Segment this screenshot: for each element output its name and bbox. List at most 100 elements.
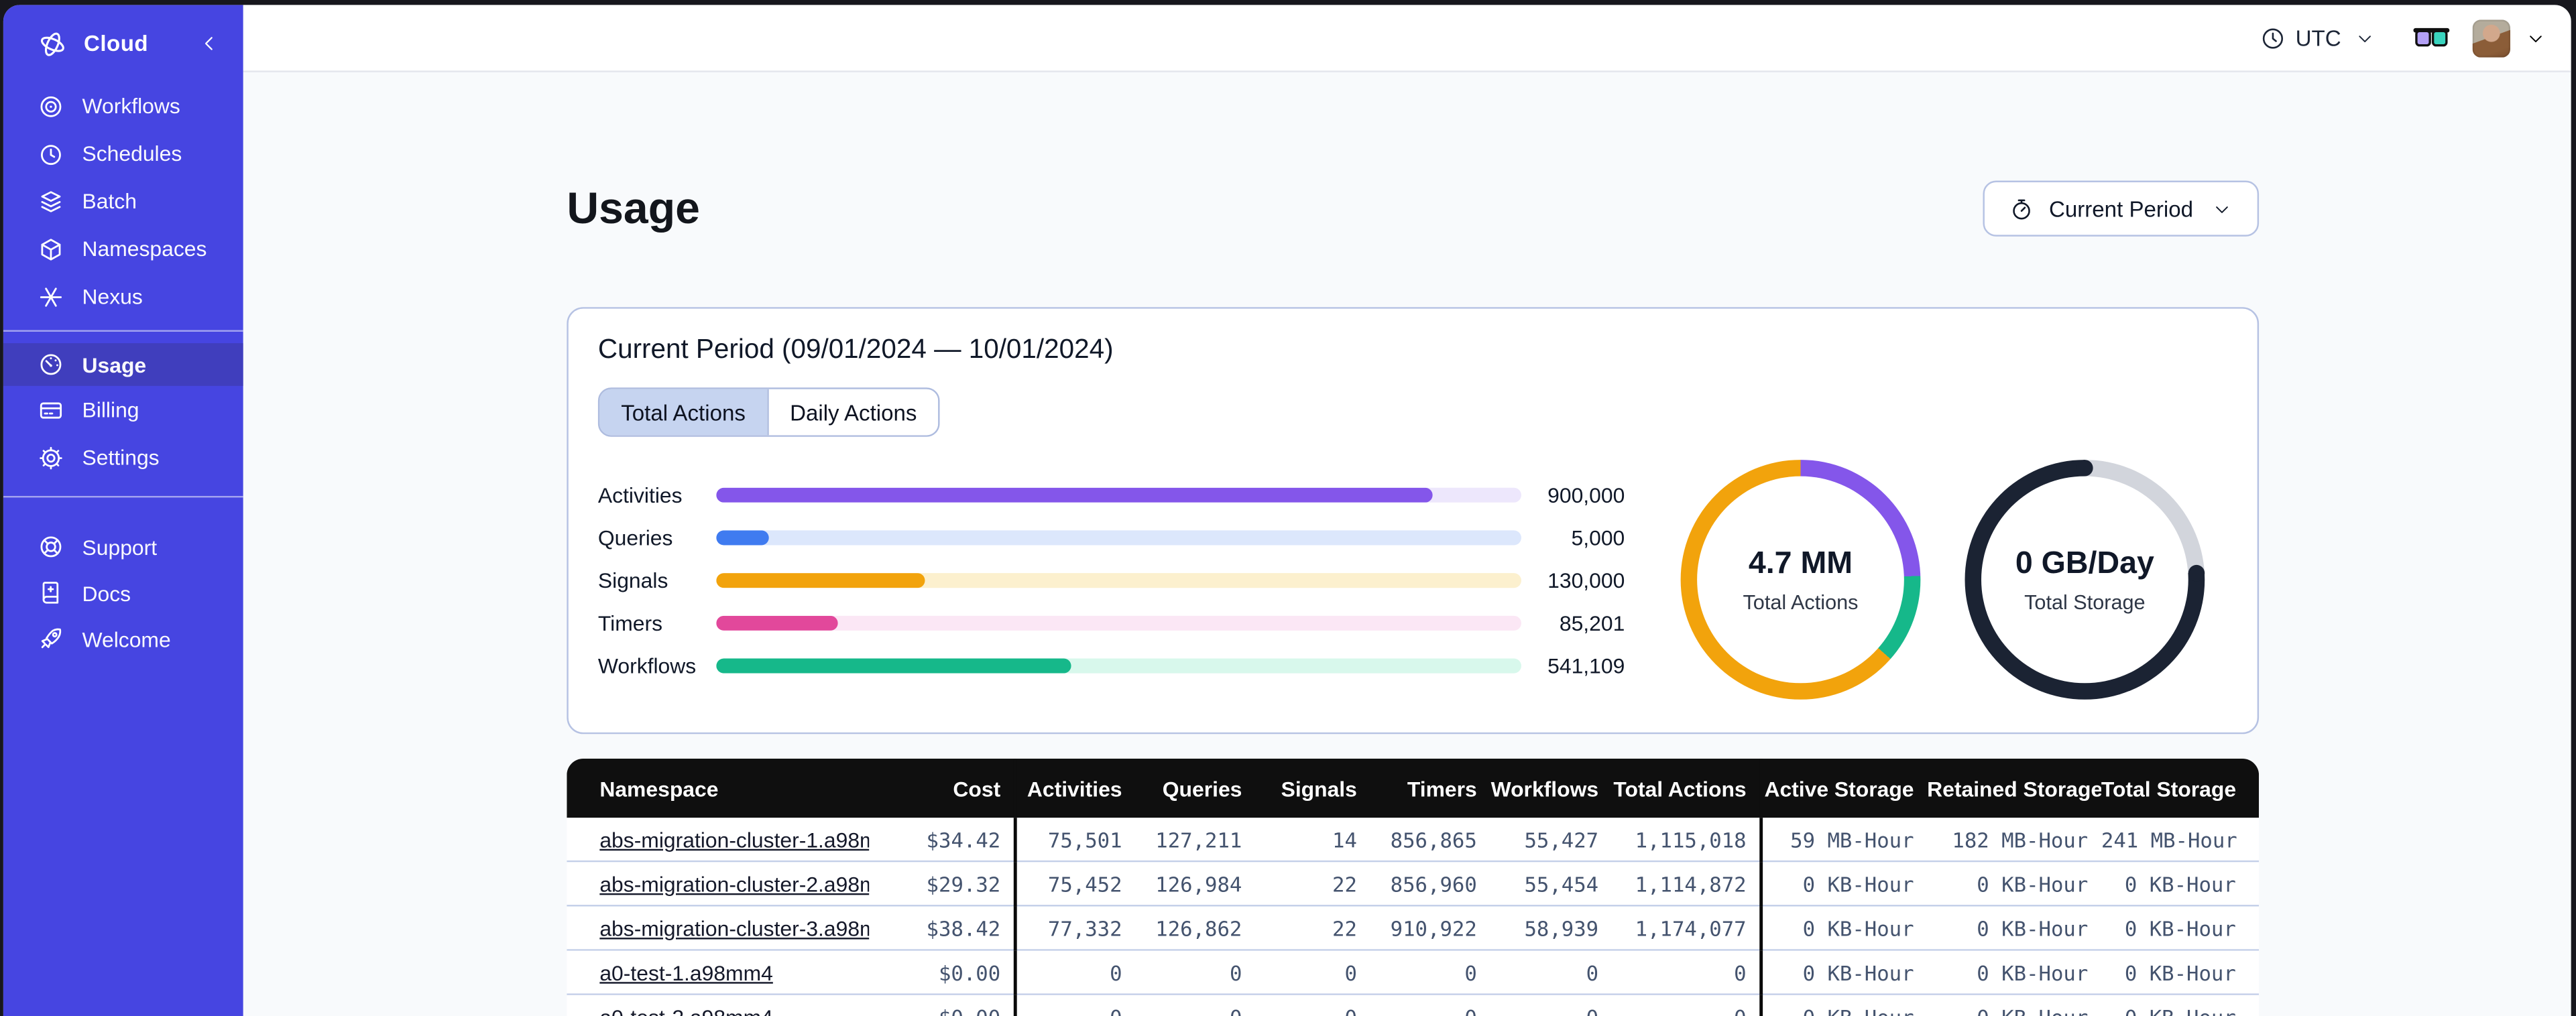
- support-icon: [38, 533, 64, 560]
- stopwatch-icon: [2008, 196, 2034, 222]
- column-header-activities: Activities: [1027, 776, 1122, 801]
- column-header-retained-storage: Retained Storage: [1927, 776, 2101, 801]
- namespace-link[interactable]: abs-migration-cluster-3.a98mm4: [599, 915, 869, 940]
- sidebar-item-namespaces[interactable]: Namespaces: [3, 225, 243, 273]
- cell-workflows: 0: [1490, 1005, 1611, 1016]
- schedules-icon: [38, 140, 64, 166]
- sidebar-item-label: Workflows: [82, 93, 180, 119]
- user-menu[interactable]: [2472, 19, 2549, 57]
- usage-bar-timers: Timers 85,201: [598, 611, 1625, 635]
- sidebar-divider: [3, 330, 243, 332]
- cell-cost: $0.00: [938, 960, 1001, 985]
- cell-workflows: 58,939: [1524, 915, 1599, 941]
- sidebar-item-label: Settings: [82, 445, 160, 470]
- column-header-queries: Queries: [1162, 776, 1242, 801]
- card-title: Current Period (09/01/2024 — 10/01/2024): [597, 335, 1114, 365]
- bar-track: [716, 487, 1521, 502]
- usage-bar-queries: Queries 5,000: [598, 525, 1625, 550]
- cell-total-storage: 0 KB-Hour: [2124, 915, 2236, 941]
- cell-active-storage: 0 KB-Hour: [1763, 1005, 1927, 1016]
- cell-total-actions: 0: [1734, 960, 1747, 985]
- glasses-icon: [2413, 25, 2450, 51]
- cell-signals: 14: [1332, 827, 1357, 852]
- cell-signals: 0: [1255, 1005, 1370, 1016]
- sidebar-item-label: Namespaces: [82, 236, 207, 261]
- sidebar-item-schedules[interactable]: Schedules: [3, 130, 243, 178]
- sidebar-item-label: Welcome: [82, 626, 171, 651]
- cell-active-storage: 0 KB-Hour: [1802, 960, 1914, 985]
- clock-icon: [2260, 25, 2286, 51]
- workflows-icon: [38, 92, 64, 119]
- temporal-logo-icon: [38, 29, 67, 58]
- table-row: a0-test-1.a98mm4 $0.00 0 0 0 0 0 0 0 KB-Hour 0 KB…: [567, 950, 2260, 996]
- cell-cost: $29.32: [926, 871, 1001, 896]
- cell-activities: 0: [1110, 960, 1122, 985]
- donut-total-storage: 0 GB/Day Total Storage: [1965, 460, 2205, 700]
- bar-fill: [716, 615, 837, 631]
- timezone-select[interactable]: UTC: [2260, 25, 2378, 51]
- screen: UTC Cloud Workflows Schedules Batch Namespa…: [0, 0, 2576, 1016]
- sidebar-divider: [3, 495, 243, 498]
- cell-queries: 0: [1135, 1005, 1255, 1016]
- sidebar-item-batch[interactable]: Batch: [3, 178, 243, 225]
- namespace-cell: a0-test-1.a98mm4: [567, 960, 869, 985]
- cell-workflows: 55,427: [1524, 827, 1599, 852]
- sidebar-item-nexus[interactable]: Nexus: [3, 273, 243, 320]
- column-header-timers: Timers: [1407, 776, 1477, 801]
- cell-timers: 910,922: [1390, 915, 1477, 941]
- tab-total-actions[interactable]: Total Actions: [599, 389, 767, 436]
- namespace-cell: abs-migration-cluster-3.a98mm4: [567, 915, 869, 940]
- cell-activities: 75,452: [1047, 871, 1122, 896]
- cell-total-actions: 1,115,018: [1635, 827, 1747, 852]
- cell-timers: 856,960: [1390, 871, 1477, 896]
- cell-retained-storage: 0 KB-Hour: [1977, 871, 2089, 896]
- sidebar-item-settings[interactable]: Settings: [3, 434, 243, 481]
- sidebar-item-label: Docs: [82, 580, 131, 605]
- cell-timers: 0: [1370, 1005, 1490, 1016]
- tab-daily-actions[interactable]: Daily Actions: [766, 389, 939, 436]
- sidebar-collapse-button[interactable]: [196, 30, 222, 56]
- cell-retained-storage: 182 MB-Hour: [1952, 827, 2089, 852]
- donut-center: 0 GB/Day Total Storage: [1981, 476, 2188, 684]
- donut-value: 0 GB/Day: [2015, 546, 2154, 581]
- usage-bar-workflows: Workflows 541,109: [598, 653, 1625, 678]
- settings-icon: [38, 444, 64, 470]
- cell-retained-storage: 0 KB-Hour: [1977, 960, 2089, 985]
- sidebar-item-support[interactable]: Support: [3, 524, 243, 570]
- sidebar-main-nav: Workflows Schedules Batch Namespaces Nexus: [3, 82, 243, 320]
- sidebar-item-label: Schedules: [82, 141, 182, 166]
- column-header-cost: Cost: [953, 776, 1001, 801]
- feedback-glasses-button[interactable]: [2413, 25, 2450, 51]
- cell-workflows: 55,454: [1524, 871, 1599, 896]
- sidebar-item-welcome[interactable]: Welcome: [3, 616, 243, 662]
- sidebar-item-docs[interactable]: Docs: [3, 570, 243, 616]
- chevron-down-icon: [2351, 25, 2377, 51]
- bar-value: 130,000: [1547, 567, 1625, 592]
- cell-queries: 127,211: [1155, 827, 1242, 852]
- cell-activities: 77,332: [1047, 915, 1122, 941]
- cell-total-storage: 241 MB-Hour: [2101, 827, 2237, 852]
- namespace-link[interactable]: abs-migration-cluster-1.a98mm4: [599, 827, 869, 852]
- namespace-link[interactable]: abs-migration-cluster-2.a98mm4: [599, 871, 869, 896]
- usage-bar-chart: Activities 900,000 Queries 5,000 Signals 130,…: [598, 460, 1625, 700]
- namespace-link[interactable]: a0-test-2.a98mm4: [599, 1005, 773, 1016]
- period-select-button[interactable]: Current Period: [1983, 180, 2260, 237]
- timezone-label: UTC: [2295, 25, 2341, 50]
- sidebar-account-nav: Usage Billing Settings: [3, 343, 243, 481]
- namespace-link[interactable]: a0-test-1.a98mm4: [599, 960, 773, 985]
- column-header-namespace: Namespace: [599, 776, 719, 801]
- actions-tab-group: Total Actions Daily Actions: [597, 387, 940, 438]
- cell-workflows: 0: [1586, 960, 1599, 985]
- sidebar-item-label: Billing: [82, 397, 139, 422]
- bar-label: Activities: [597, 482, 683, 507]
- sidebar-item-workflows[interactable]: Workflows: [3, 82, 243, 130]
- cell-activities: 0: [1017, 1005, 1135, 1016]
- sidebar-item-billing[interactable]: Billing: [3, 386, 243, 434]
- topbar: UTC: [243, 5, 2571, 72]
- app-title: Cloud: [83, 31, 149, 56]
- sidebar-item-label: Support: [82, 534, 158, 560]
- cell-active-storage: 0 KB-Hour: [1802, 915, 1914, 941]
- sidebar-item-usage[interactable]: Usage: [3, 343, 243, 386]
- bar-track: [716, 657, 1521, 673]
- namespace-usage-table: Namespace Cost Activities Queries Signals Tim…: [567, 759, 2260, 1016]
